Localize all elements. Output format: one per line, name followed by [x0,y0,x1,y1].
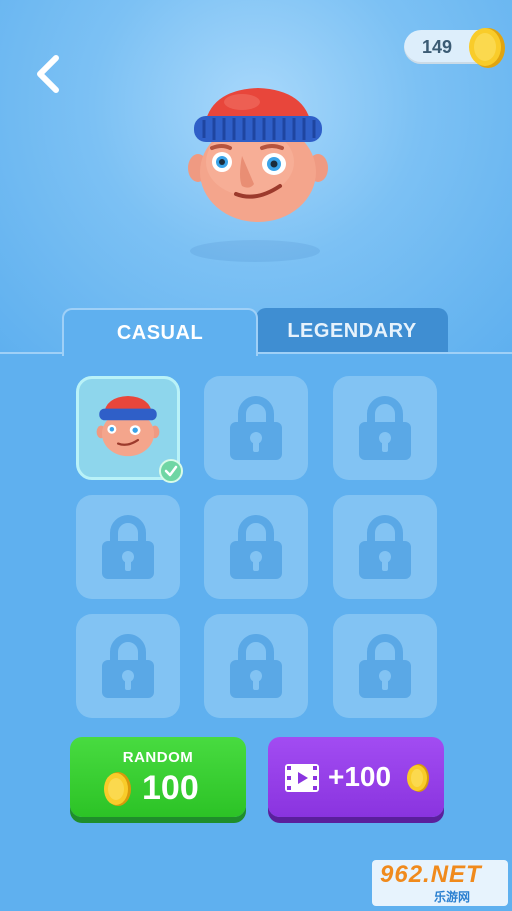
character-thumbnail [96,396,160,457]
skin-slot-4[interactable] [76,495,180,599]
random-price: 100 [142,769,199,807]
gold-coin-icon [469,28,505,68]
skin-slot-1[interactable] [76,376,183,483]
coin-count: 149 [422,37,453,57]
lock-icon [102,515,154,579]
video-clip-icon [285,764,319,792]
lock-icon [230,396,282,460]
avatar-shadow [190,240,320,262]
skin-slot-9[interactable] [333,614,437,718]
character-preview [188,88,328,222]
chevron-left-icon [37,55,59,93]
tab-casual-label: CASUAL [116,322,204,344]
lock-icon [359,515,411,579]
random-unlock-button[interactable]: RANDOM 100 [70,737,246,817]
video-reward: +100 [328,761,392,792]
tab-legendary[interactable]: LEGENDARY [256,308,448,352]
back-button[interactable] [30,52,66,96]
lock-icon [230,515,282,579]
watermark: 962.NET 乐游网 [372,860,508,906]
random-label: RANDOM [122,749,194,766]
skin-slot-3[interactable] [333,376,437,480]
skin-slot-2[interactable] [204,376,308,480]
skin-slot-5[interactable] [204,495,308,599]
skin-slot-8[interactable] [204,614,308,718]
watermark-sub: 乐游网 [434,890,471,904]
lock-icon [359,634,411,698]
lock-icon [102,634,154,698]
watch-video-button[interactable]: +100 [268,737,444,817]
gold-coin-icon [104,772,131,806]
lock-icon [230,634,282,698]
tab-casual[interactable]: CASUAL [62,308,258,356]
skin-slot-6[interactable] [333,495,437,599]
gold-coin-icon [407,764,429,792]
check-icon [159,459,183,483]
lock-icon [359,396,411,460]
active-tab-join [64,351,256,355]
watermark-main: 962.NET [380,861,482,888]
skin-slot-7[interactable] [76,614,180,718]
tab-legendary-label: LEGENDARY [287,320,417,342]
